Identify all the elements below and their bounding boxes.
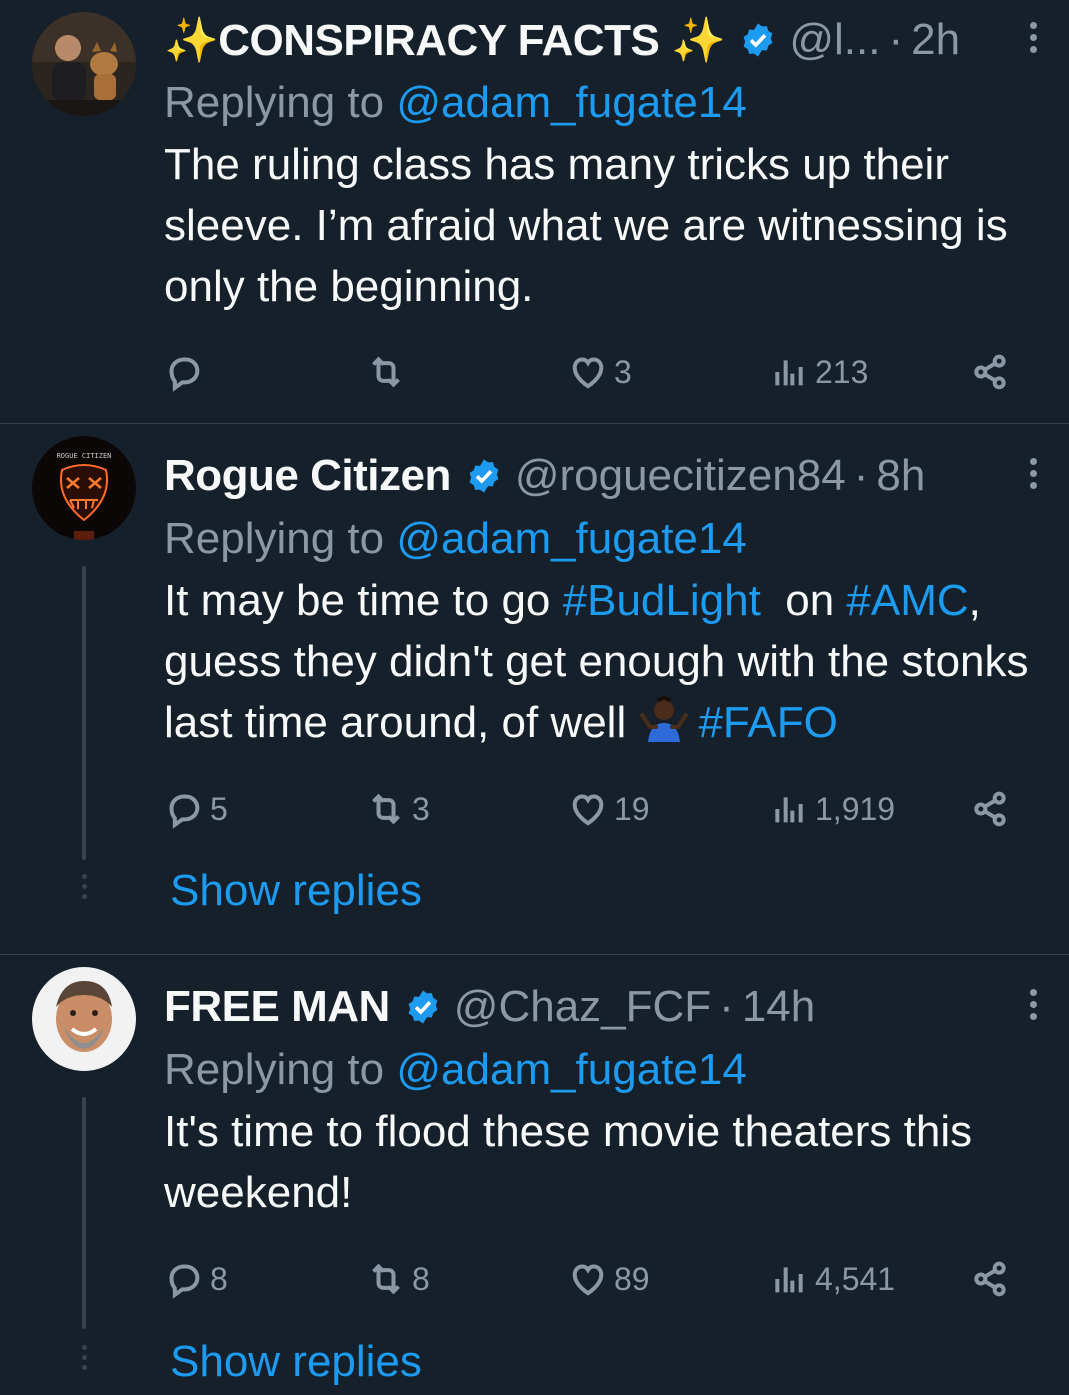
replying-mention[interactable]: @adam_fugate14 xyxy=(396,514,746,563)
replying-to: Replying to @adam_fugate14 xyxy=(164,1039,1039,1101)
author-handle[interactable]: @roguecitizen84 xyxy=(515,451,846,501)
views-icon xyxy=(769,789,809,829)
show-replies-link[interactable]: Show replies xyxy=(170,1337,422,1387)
view-count: 213 xyxy=(815,353,869,390)
views-button[interactable]: 4,541 xyxy=(769,1254,895,1304)
text-segment: on xyxy=(760,576,847,625)
separator: · xyxy=(888,15,904,64)
retweet-count: 3 xyxy=(412,790,430,827)
view-count: 1,919 xyxy=(815,790,896,827)
thread-dots xyxy=(78,1345,90,1375)
share-button[interactable] xyxy=(970,784,1010,834)
retweet-icon xyxy=(366,352,406,392)
hashtag-fafo[interactable]: #FAFO xyxy=(698,698,837,747)
author-name[interactable]: ✨CONSPIRACY FACTS ✨ xyxy=(164,14,726,66)
tweet-text: It's time to flood these movie theaters … xyxy=(164,1107,985,1217)
views-button[interactable]: 213 xyxy=(769,347,868,397)
avatar-image: ROGUE CITIZEN xyxy=(32,436,136,540)
thread-dots xyxy=(78,874,90,904)
retweet-icon xyxy=(366,1259,406,1299)
retweet-button[interactable]: 8 xyxy=(366,1254,430,1304)
text-segment: It may be time to go xyxy=(164,576,563,625)
views-icon xyxy=(769,352,809,392)
avatar[interactable]: ROGUE CITIZEN xyxy=(32,436,136,540)
show-replies-link[interactable]: Show replies xyxy=(170,866,422,916)
reply-icon xyxy=(164,789,204,829)
author-name[interactable]: Rogue Citizen xyxy=(164,451,451,501)
tweet-text: It may be time to go #BudLight on #AMC, … xyxy=(164,570,1044,753)
replying-mention[interactable]: @adam_fugate14 xyxy=(396,78,746,127)
hashtag-budlight[interactable]: #BudLight xyxy=(563,576,761,625)
share-button[interactable] xyxy=(970,347,1010,397)
author-name[interactable]: FREE MAN xyxy=(164,982,390,1032)
like-count: 19 xyxy=(614,790,650,827)
retweet-button[interactable]: 3 xyxy=(366,784,430,834)
like-count: 89 xyxy=(614,1260,650,1297)
share-icon xyxy=(970,352,1010,392)
retweet-count: 8 xyxy=(412,1260,430,1297)
tweet-text: The ruling class has many tricks up thei… xyxy=(164,140,1020,311)
tweet-actions: 8 8 89 4,541 xyxy=(164,1254,1024,1304)
replying-label: Replying to xyxy=(164,78,397,127)
retweet-icon xyxy=(366,789,406,829)
replying-label: Replying to xyxy=(164,1045,397,1094)
shrug-emoji-icon xyxy=(640,696,689,742)
reply-icon xyxy=(164,1259,204,1299)
divider xyxy=(0,423,1069,424)
hashtag-amc[interactable]: #AMC xyxy=(846,576,968,625)
timestamp[interactable]: 14h xyxy=(742,982,815,1032)
replying-label: Replying to xyxy=(164,514,397,563)
like-button[interactable]: 89 xyxy=(568,1254,650,1304)
separator: · xyxy=(853,451,869,500)
verified-badge-icon xyxy=(404,988,442,1026)
divider xyxy=(0,954,1069,955)
verified-badge-icon xyxy=(739,21,777,59)
thread-line xyxy=(82,1097,86,1329)
like-icon xyxy=(568,789,608,829)
more-options-icon[interactable] xyxy=(1027,22,1039,58)
reply-count: 5 xyxy=(210,790,228,827)
reply-icon xyxy=(164,352,204,392)
timestamp[interactable]: 8h xyxy=(876,451,925,501)
like-icon xyxy=(568,352,608,392)
share-icon xyxy=(970,1259,1010,1299)
like-count: 3 xyxy=(614,353,632,390)
avatar[interactable] xyxy=(32,967,136,1071)
avatar-image xyxy=(32,12,136,116)
avatar[interactable] xyxy=(32,12,136,116)
author-handle[interactable]: @l... xyxy=(789,15,880,65)
avatar-text: ROGUE CITIZEN xyxy=(57,452,112,460)
thread-line xyxy=(82,566,86,860)
verified-badge-icon xyxy=(465,457,503,495)
share-button[interactable] xyxy=(970,1254,1010,1304)
like-button[interactable]: 19 xyxy=(568,784,650,834)
more-options-icon[interactable] xyxy=(1027,989,1039,1025)
reply-button[interactable]: 8 xyxy=(164,1254,228,1304)
replying-to: Replying to @adam_fugate14 xyxy=(164,508,1039,570)
replying-to: Replying to @adam_fugate14 xyxy=(164,72,1039,134)
reply-button[interactable]: 5 xyxy=(164,784,228,834)
view-count: 4,541 xyxy=(815,1260,896,1297)
more-options-icon[interactable] xyxy=(1027,458,1039,494)
like-icon xyxy=(568,1259,608,1299)
avatar-image xyxy=(32,967,136,1071)
like-button[interactable]: 3 xyxy=(568,347,632,397)
replying-mention[interactable]: @adam_fugate14 xyxy=(396,1045,746,1094)
views-icon xyxy=(769,1259,809,1299)
tweet-actions: 5 3 19 1,919 xyxy=(164,784,1024,834)
reply-count: 8 xyxy=(210,1260,228,1297)
views-button[interactable]: 1,919 xyxy=(769,784,895,834)
separator: · xyxy=(719,982,734,1031)
timestamp[interactable]: 2h xyxy=(911,15,960,65)
share-icon xyxy=(970,789,1010,829)
retweet-button[interactable] xyxy=(366,347,412,397)
tweet-actions: 3 213 xyxy=(164,347,1024,397)
author-handle[interactable]: @Chaz_FCF xyxy=(454,982,711,1032)
reply-button[interactable] xyxy=(164,347,210,397)
